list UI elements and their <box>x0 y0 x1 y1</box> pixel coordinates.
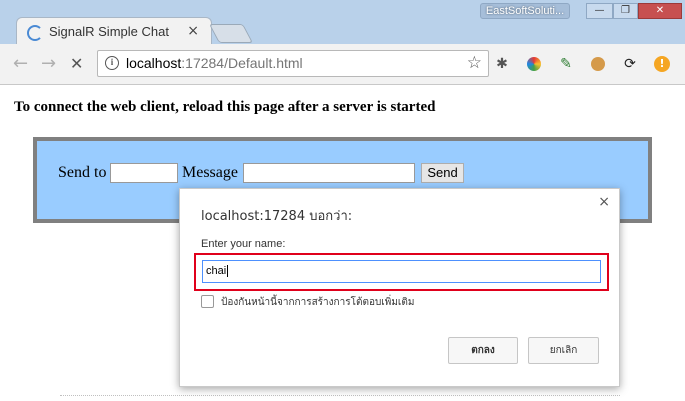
pen-icon[interactable]: ✎ <box>557 55 575 73</box>
send-button[interactable]: Send <box>421 163 464 183</box>
tab-title: SignalR Simple Chat <box>49 24 169 39</box>
send-to-input[interactable] <box>110 163 178 183</box>
tab-close-icon[interactable]: × <box>187 23 199 39</box>
page-heading: To connect the web client, reload this p… <box>14 99 436 115</box>
prompt-dialog: localhost:17284 บอกว่า: × Enter your nam… <box>179 188 620 387</box>
profile-button[interactable]: EastSoftSoluti... <box>480 3 570 19</box>
bug-icon[interactable]: ✱ <box>493 55 511 73</box>
dialog-prompt: Enter your name: <box>201 238 286 250</box>
dialog-title: localhost:17284 บอกว่า: <box>201 209 353 224</box>
name-input[interactable]: chai <box>202 260 601 283</box>
close-icon[interactable]: × <box>598 194 610 210</box>
message-input[interactable] <box>243 163 415 183</box>
info-icon[interactable]: i <box>105 56 119 70</box>
name-field-highlight: chai <box>194 253 609 291</box>
loading-spinner-icon <box>27 25 43 41</box>
prevent-dialogs-checkbox[interactable] <box>201 295 214 308</box>
tab-signalr-chat[interactable]: SignalR Simple Chat × <box>16 17 212 47</box>
bookmark-star-icon[interactable]: ☆ <box>467 53 482 73</box>
restore-button[interactable]: ❐ <box>613 3 638 19</box>
warning-icon[interactable]: ! <box>653 55 671 73</box>
new-tab-button[interactable] <box>208 24 254 43</box>
address-bar[interactable]: i localhost:17284/Default.html ☆ <box>97 50 489 77</box>
forward-button[interactable]: → <box>41 53 56 74</box>
color-wheel-icon[interactable] <box>525 55 543 73</box>
prevent-dialogs-label: ป้องกันหน้านี้จากการสร้างการโต้ตอบเพิ่มเ… <box>221 297 415 308</box>
stop-button[interactable]: ✕ <box>70 54 83 73</box>
browser-toolbar: ← → ✕ i localhost:17284/Default.html ☆ <box>0 44 685 85</box>
cancel-button[interactable]: ยกเลิก <box>528 337 599 364</box>
cookie-icon[interactable] <box>589 55 607 73</box>
title-bar: SignalR Simple Chat × EastSoftSoluti... … <box>0 0 685 47</box>
url-text: localhost:17284/Default.html <box>126 55 303 71</box>
ok-button[interactable]: ตกลง <box>448 337 518 364</box>
back-button[interactable]: ← <box>13 53 28 74</box>
message-label: Message <box>182 164 238 181</box>
minimize-button[interactable]: — <box>586 3 613 19</box>
send-to-label: Send to <box>58 164 107 181</box>
divider <box>60 395 620 400</box>
refresh-icon[interactable]: ⟳ <box>621 55 639 73</box>
close-window-button[interactable]: ✕ <box>638 3 682 19</box>
